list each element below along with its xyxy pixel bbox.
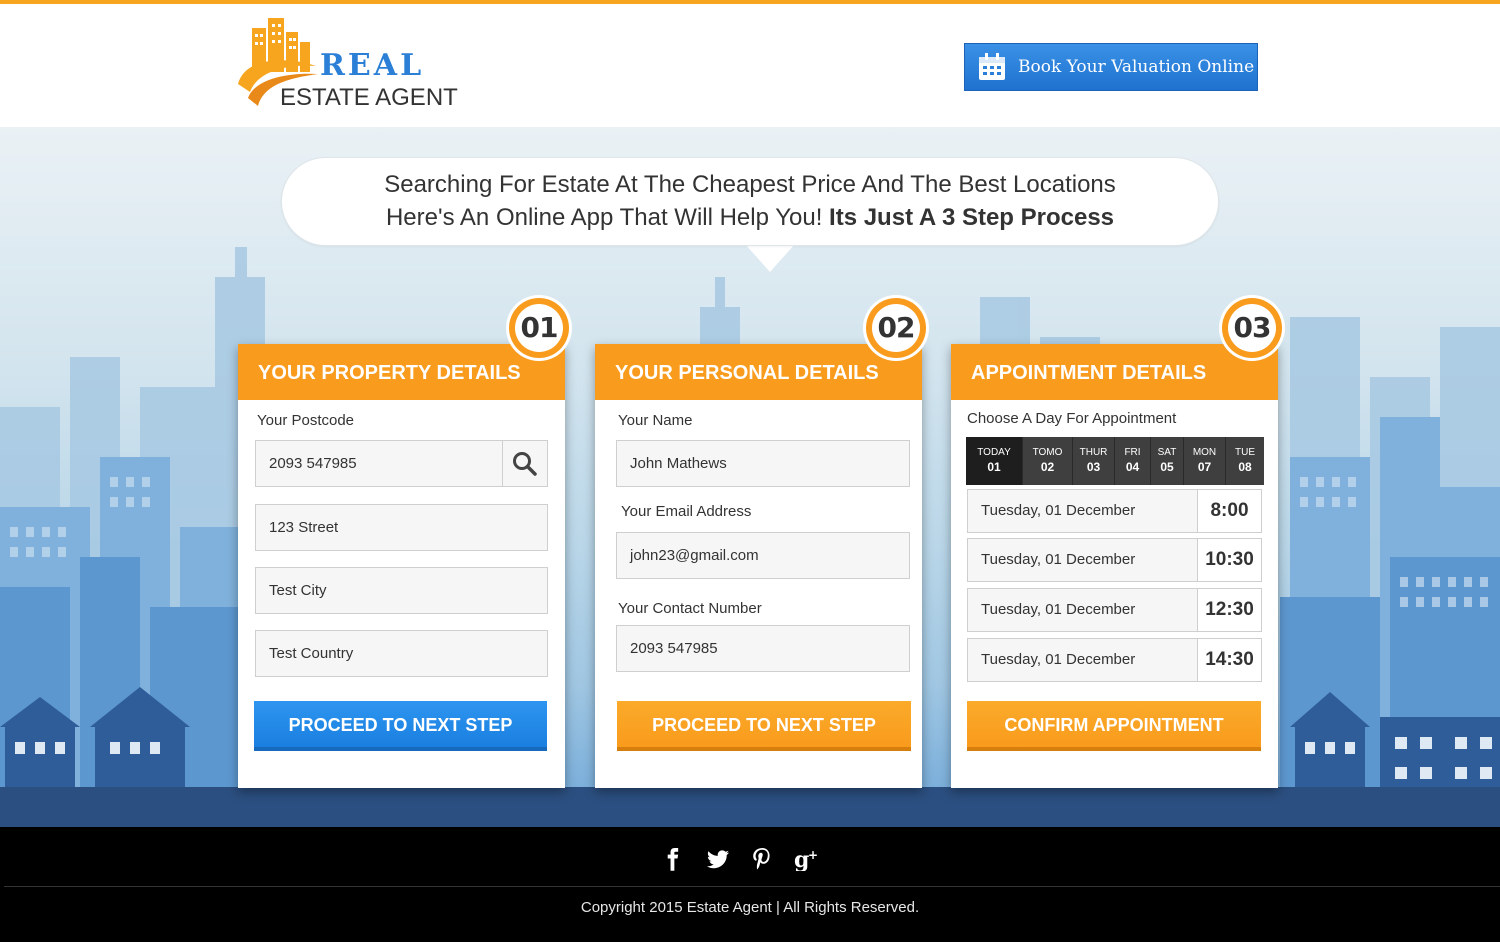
footer: g + Copyright 2015 Estate Agent | All Rig… bbox=[0, 827, 1500, 942]
day-number: 08 bbox=[1238, 460, 1252, 474]
social-links: g + bbox=[662, 847, 818, 873]
day-number: 02 bbox=[1040, 460, 1055, 474]
svg-text:+: + bbox=[808, 848, 818, 862]
time-slot[interactable]: Tuesday, 01 December 10:30 bbox=[967, 538, 1262, 582]
postcode-label: Your Postcode bbox=[257, 412, 355, 429]
slot-time: 14:30 bbox=[1197, 639, 1261, 681]
name-input[interactable]: John Mathews bbox=[616, 440, 910, 487]
book-valuation-label: Book Your Valuation Online bbox=[1018, 57, 1255, 77]
time-slot[interactable]: Tuesday, 01 December 14:30 bbox=[967, 638, 1262, 682]
day-number: 04 bbox=[1125, 460, 1140, 474]
step-number-badge-1: 01 bbox=[509, 298, 569, 358]
day-name: TOMO bbox=[1032, 447, 1063, 458]
slot-time: 12:30 bbox=[1197, 589, 1261, 631]
appointment-details-title: APPOINTMENT DETAILS bbox=[951, 344, 1278, 400]
day-number: 03 bbox=[1086, 460, 1101, 474]
email-value: john23@gmail.com bbox=[630, 547, 759, 564]
search-icon bbox=[513, 451, 537, 476]
hero-line-1: Searching For Estate At The Cheapest Pri… bbox=[384, 171, 1116, 198]
slot-date: Tuesday, 01 December bbox=[981, 551, 1136, 568]
day-tab-mon[interactable]: MON 07 bbox=[1184, 437, 1226, 485]
day-tab-sat[interactable]: SAT 05 bbox=[1151, 437, 1184, 485]
day-number: 05 bbox=[1160, 460, 1174, 474]
hero-line-2-text: Here's An Online App That Will Help You! bbox=[385, 204, 830, 231]
slot-date: Tuesday, 01 December bbox=[981, 502, 1136, 519]
property-details-title: YOUR PROPERTY DETAILS bbox=[238, 344, 565, 400]
step-number-3: 03 bbox=[1228, 304, 1276, 352]
google-plus-icon[interactable]: g + bbox=[794, 847, 818, 873]
proceed-step-1-button[interactable]: PROCEED TO NEXT STEP bbox=[254, 701, 547, 751]
book-valuation-button[interactable]: Book Your Valuation Online bbox=[964, 43, 1258, 91]
property-details-panel: YOUR PROPERTY DETAILS 01 Your Postcode 2… bbox=[238, 298, 569, 788]
calendar-icon bbox=[979, 53, 1005, 80]
day-name: THUR bbox=[1079, 447, 1108, 458]
facebook-icon[interactable] bbox=[662, 847, 686, 871]
logo-word-estate-agent: ESTATE AGENT bbox=[280, 84, 458, 111]
day-tab-tomo[interactable]: TOMO 02 bbox=[1023, 437, 1073, 485]
postcode-input[interactable]: 2093 547985 bbox=[255, 440, 548, 487]
time-slot[interactable]: Tuesday, 01 December 12:30 bbox=[967, 588, 1262, 632]
twitter-icon[interactable] bbox=[706, 847, 730, 871]
copyright-text: Copyright 2015 Estate Agent | All Rights… bbox=[580, 899, 920, 916]
slot-time: 10:30 bbox=[1197, 539, 1261, 581]
name-label: Your Name bbox=[618, 412, 693, 429]
street-input[interactable]: 123 Street bbox=[255, 504, 548, 551]
search-button[interactable] bbox=[502, 441, 547, 486]
day-number: 01 bbox=[987, 460, 1001, 474]
day-tab-thur[interactable]: THUR 03 bbox=[1073, 437, 1115, 485]
day-tabs: TODAY 01 TOMO 02 THUR 03 FRI 04 SAT 05 MON 07 … bbox=[966, 437, 1264, 485]
email-label: Your Email Address bbox=[621, 503, 752, 520]
step-number-badge-2: 02 bbox=[866, 298, 926, 358]
day-tab-tue[interactable]: TUE 08 bbox=[1226, 437, 1264, 485]
day-name: TUE bbox=[1235, 447, 1255, 458]
logo-word-real: REAL bbox=[320, 48, 425, 83]
speech-bubble: Searching For Estate At The Cheapest Pri… bbox=[281, 157, 1219, 246]
country-value: Test Country bbox=[269, 645, 354, 662]
personal-details-panel: YOUR PERSONAL DETAILS 02 Your Name John … bbox=[595, 298, 926, 788]
postcode-value: 2093 547985 bbox=[269, 455, 357, 472]
name-value: John Mathews bbox=[630, 455, 727, 472]
day-name: TODAY bbox=[977, 447, 1011, 458]
email-input[interactable]: john23@gmail.com bbox=[616, 532, 910, 579]
step-number-badge-3: 03 bbox=[1222, 298, 1282, 358]
step-number-2: 02 bbox=[872, 304, 920, 352]
day-tab-today[interactable]: TODAY 01 bbox=[966, 437, 1023, 485]
day-name: FRI bbox=[1124, 447, 1141, 458]
country-input[interactable]: Test Country bbox=[255, 630, 548, 677]
step-number-1: 01 bbox=[515, 304, 563, 352]
phone-value: 2093 547985 bbox=[630, 640, 718, 657]
header: REAL ESTATE AGENT Book Your Valuation On… bbox=[0, 0, 1500, 127]
slot-date: Tuesday, 01 December bbox=[981, 651, 1136, 668]
phone-label: Your Contact Number bbox=[618, 600, 762, 617]
choose-day-label: Choose A Day For Appointment bbox=[967, 410, 1177, 427]
hero-line-2: Here's An Online App That Will Help You!… bbox=[282, 201, 1218, 234]
day-tab-fri[interactable]: FRI 04 bbox=[1115, 437, 1151, 485]
confirm-appointment-button[interactable]: CONFIRM APPOINTMENT bbox=[967, 701, 1261, 751]
appointment-details-panel: APPOINTMENT DETAILS 03 Choose A Day For … bbox=[951, 298, 1282, 788]
proceed-step-2-button[interactable]: PROCEED TO NEXT STEP bbox=[617, 701, 911, 751]
speech-bubble-tail bbox=[746, 245, 794, 272]
pinterest-icon[interactable] bbox=[750, 847, 774, 871]
footer-divider bbox=[4, 886, 1500, 887]
day-name: SAT bbox=[1157, 447, 1177, 458]
day-number: 07 bbox=[1197, 460, 1212, 474]
time-slot[interactable]: Tuesday, 01 December 8:00 bbox=[967, 489, 1262, 533]
city-input[interactable]: Test City bbox=[255, 567, 548, 614]
personal-details-title: YOUR PERSONAL DETAILS bbox=[595, 344, 922, 400]
street-value: 123 Street bbox=[269, 519, 339, 536]
day-name: MON bbox=[1192, 447, 1217, 458]
city-value: Test City bbox=[269, 582, 327, 599]
slot-time: 8:00 bbox=[1197, 490, 1261, 532]
hero-line-2-bold: Its Just A 3 Step Process bbox=[829, 204, 1115, 231]
phone-input[interactable]: 2093 547985 bbox=[616, 625, 910, 672]
logo[interactable]: REAL ESTATE AGENT bbox=[234, 14, 464, 114]
slot-date: Tuesday, 01 December bbox=[981, 601, 1136, 618]
